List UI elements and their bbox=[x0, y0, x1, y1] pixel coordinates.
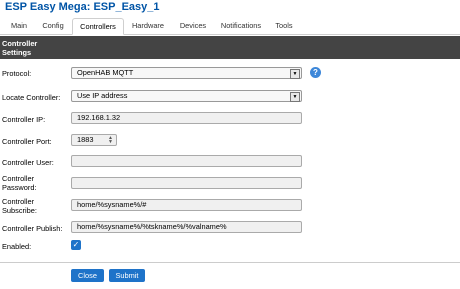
protocol-value: OpenHAB MQTT bbox=[77, 68, 134, 77]
enabled-checkbox[interactable]: ✓ bbox=[71, 240, 81, 250]
chevron-down-icon: ▼ bbox=[290, 92, 300, 102]
submit-button[interactable]: Submit bbox=[109, 269, 145, 282]
app-title: ESP Easy Mega: ESP_Easy_1 bbox=[5, 1, 160, 13]
port-label: Controller Port: bbox=[2, 137, 52, 146]
checkmark-icon: ✓ bbox=[72, 240, 80, 249]
subscribe-label: Controller Subscribe: bbox=[2, 197, 37, 215]
tab-main[interactable]: Main bbox=[8, 18, 30, 33]
tab-tools[interactable]: Tools bbox=[272, 18, 296, 33]
ip-input[interactable]: 192.168.1.32 bbox=[71, 112, 302, 124]
protocol-label: Protocol: bbox=[2, 69, 32, 78]
enabled-label: Enabled: bbox=[2, 242, 32, 251]
password-input[interactable] bbox=[71, 177, 302, 189]
tab-notifications[interactable]: Notifications bbox=[218, 18, 264, 33]
publish-label: Controller Publish: bbox=[2, 224, 63, 233]
divider bbox=[0, 262, 460, 263]
section-title: Controller Settings bbox=[2, 39, 38, 57]
port-value: 1883 bbox=[77, 135, 94, 144]
tab-bar: Main Config Controllers Hardware Devices… bbox=[0, 18, 460, 35]
locate-label: Locate Controller: bbox=[2, 93, 61, 102]
protocol-select[interactable]: OpenHAB MQTT ▼ bbox=[71, 67, 302, 79]
help-icon[interactable]: ? bbox=[310, 67, 321, 78]
user-label: Controller User: bbox=[2, 158, 54, 167]
subscribe-input[interactable]: home/%sysname%/# bbox=[71, 199, 302, 211]
password-label: Controller Password: bbox=[2, 174, 37, 192]
tab-devices[interactable]: Devices bbox=[176, 18, 210, 33]
close-button[interactable]: Close bbox=[71, 269, 104, 282]
tab-config[interactable]: Config bbox=[40, 18, 66, 33]
tab-hardware[interactable]: Hardware bbox=[128, 18, 168, 33]
spinner-icon[interactable]: ▲ ▼ bbox=[108, 136, 113, 145]
chevron-down-icon: ▼ bbox=[290, 69, 300, 79]
port-input[interactable]: 1883 ▲ ▼ bbox=[71, 134, 117, 146]
tab-controllers[interactable]: Controllers bbox=[72, 18, 124, 35]
ip-label: Controller IP: bbox=[2, 115, 46, 124]
locate-value: Use IP address bbox=[77, 91, 128, 100]
publish-input[interactable]: home/%sysname%/%tskname%/%valname% bbox=[71, 221, 302, 233]
user-input[interactable] bbox=[71, 155, 302, 167]
section-header: Controller Settings bbox=[0, 36, 460, 59]
locate-select[interactable]: Use IP address ▼ bbox=[71, 90, 302, 102]
